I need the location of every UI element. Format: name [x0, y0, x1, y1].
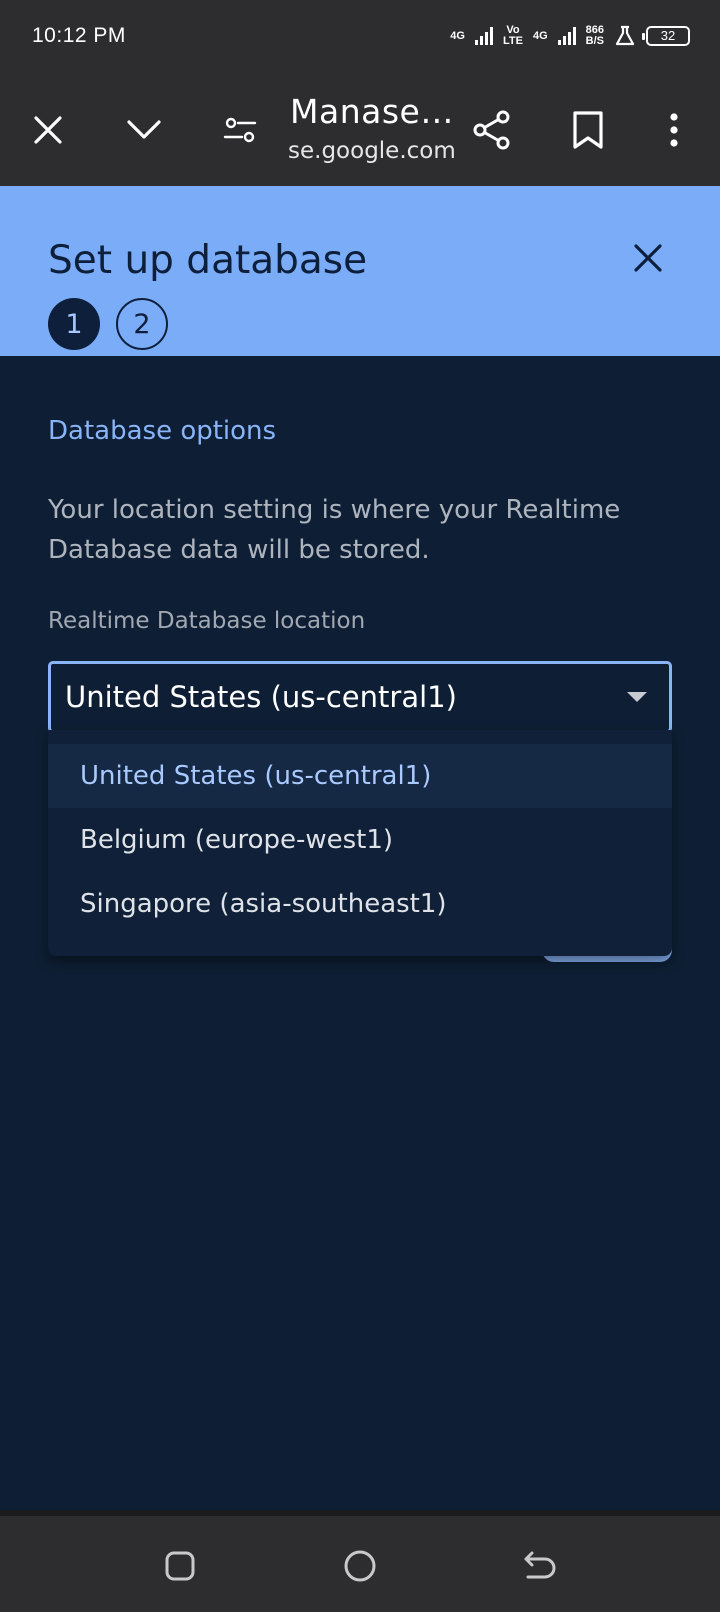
- location-dropdown-menu: United States (us-central1) Belgium (eur…: [48, 730, 672, 956]
- battery-icon: 32: [642, 26, 690, 46]
- dropdown-arrow-icon: [627, 692, 647, 702]
- flask-icon: [615, 25, 635, 46]
- location-description: Your location setting is where your Real…: [48, 495, 621, 565]
- bookmark-icon[interactable]: [560, 102, 616, 158]
- location-select[interactable]: United States (us-central1): [48, 661, 672, 733]
- location-field-label: Realtime Database location: [48, 608, 366, 634]
- system-nav-bar: [0, 1510, 720, 1612]
- home-icon[interactable]: [336, 1542, 384, 1590]
- network-type-2: 4G: [532, 29, 548, 42]
- share-icon[interactable]: [464, 102, 520, 158]
- recents-icon[interactable]: [156, 1542, 204, 1590]
- section-title: Database options: [48, 416, 277, 446]
- volte-bottom: LTE: [502, 35, 523, 47]
- status-bar: 10:12 PM 4G Vo LTE 4G 866 B/S 32: [0, 0, 720, 72]
- status-time: 10:12 PM: [32, 24, 126, 47]
- dialog-content: Database options Your location setting i…: [0, 356, 720, 1510]
- status-icons: 4G Vo LTE 4G 866 B/S 32: [450, 22, 690, 50]
- location-select-value: United States (us-central1): [65, 680, 457, 714]
- signal-icon-2: [557, 27, 576, 45]
- step-2-indicator: 2: [116, 298, 168, 350]
- more-vert-icon[interactable]: [646, 102, 702, 158]
- page-url[interactable]: se.google.com: [288, 138, 456, 164]
- site-settings-icon[interactable]: [212, 102, 268, 158]
- back-icon[interactable]: [516, 1542, 564, 1590]
- location-option-us-central1[interactable]: United States (us-central1): [48, 744, 672, 808]
- step-1-indicator: 1: [48, 298, 100, 350]
- speed-unit: B/S: [585, 35, 604, 47]
- location-option-asia-southeast1[interactable]: Singapore (asia-southeast1): [48, 872, 672, 936]
- network-speed: 866 B/S: [586, 25, 604, 47]
- volte-indicator: Vo LTE: [503, 25, 523, 47]
- chevron-down-icon[interactable]: [116, 102, 172, 158]
- page-title[interactable]: Manase…: [290, 92, 454, 131]
- dialog-close-icon[interactable]: [622, 232, 674, 284]
- signal-icon-1: [474, 27, 493, 45]
- network-type-1: 4G: [450, 29, 465, 42]
- dialog-title: Set up database: [48, 238, 368, 283]
- location-option-europe-west1[interactable]: Belgium (europe-west1): [48, 808, 672, 872]
- dialog-header: Set up database 1 2: [0, 186, 720, 356]
- browser-toolbar: Manase… se.google.com: [0, 72, 720, 186]
- close-icon[interactable]: [20, 102, 76, 158]
